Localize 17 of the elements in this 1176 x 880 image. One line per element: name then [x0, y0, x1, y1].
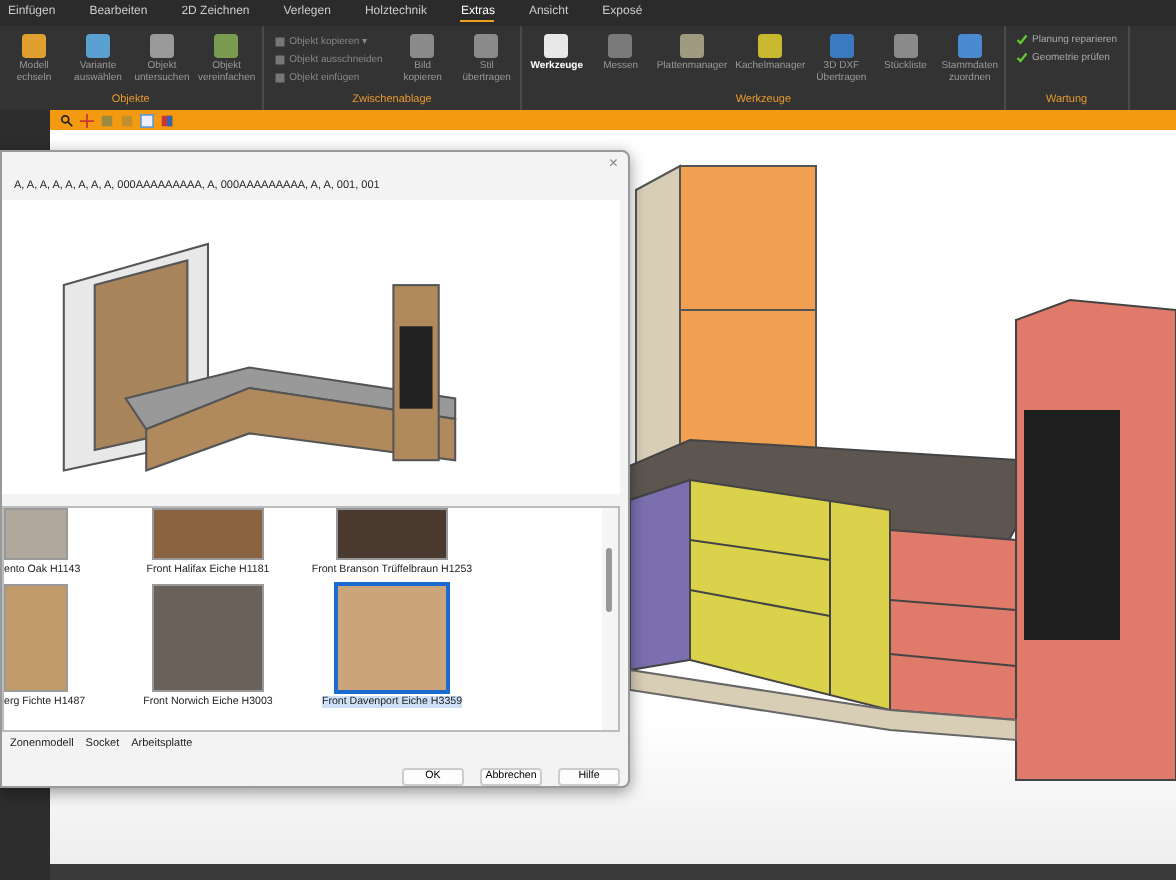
material-swatch[interactable] [336, 507, 448, 560]
material-swatch[interactable] [4, 583, 68, 692]
square-icon [273, 35, 286, 47]
material-swatch[interactable] [4, 507, 68, 560]
material-swatch[interactable] [152, 583, 264, 692]
cube-icon[interactable] [160, 113, 174, 127]
square-icon[interactable] [120, 113, 134, 127]
material-swatch[interactable] [152, 507, 264, 560]
square-icon[interactable] [100, 113, 114, 127]
window-icon[interactable] [140, 113, 154, 127]
material-swatch[interactable] [336, 583, 448, 692]
square-icon [273, 72, 286, 84]
scrollbar-thumb[interactable] [606, 547, 612, 612]
close-button[interactable]: × [608, 154, 618, 173]
square-icon [273, 54, 286, 66]
search-icon[interactable] [60, 113, 74, 127]
crosshair-icon[interactable] [80, 113, 94, 127]
